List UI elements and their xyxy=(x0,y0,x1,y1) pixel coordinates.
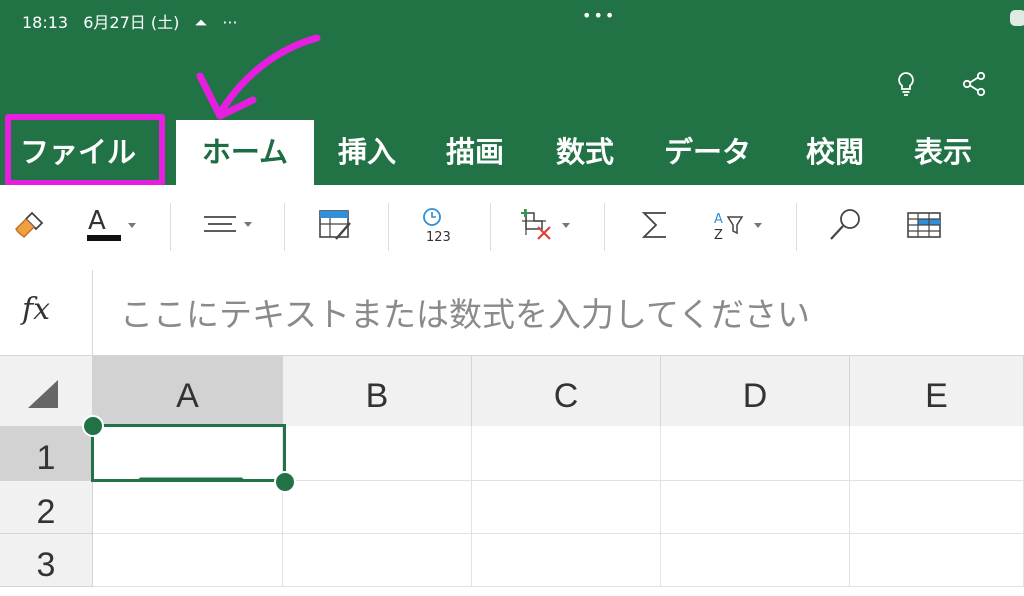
cell-a3[interactable] xyxy=(93,534,283,587)
fx-label[interactable]: fx xyxy=(22,292,50,327)
toolbar-divider xyxy=(388,203,389,251)
cell-d3[interactable] xyxy=(661,534,850,587)
tab-data[interactable]: データ xyxy=(664,120,751,185)
tab-draw[interactable]: 描画 xyxy=(446,120,504,185)
cell-d1[interactable] xyxy=(661,426,850,481)
column-header-d[interactable]: D xyxy=(661,356,850,426)
toolbar-divider xyxy=(604,203,605,251)
font-color-letter: A xyxy=(88,206,106,236)
toolbar-divider xyxy=(490,203,491,251)
selection-handle-bottom-right[interactable] xyxy=(274,471,296,493)
find-icon[interactable] xyxy=(826,205,866,245)
sort-filter-icon[interactable]: A Z xyxy=(710,205,772,245)
file-tab-highlight xyxy=(5,114,165,186)
cell-c2[interactable] xyxy=(472,481,661,534)
format-painter-icon[interactable] xyxy=(10,205,50,245)
annotation-arrow xyxy=(196,34,321,120)
cell-b1[interactable] xyxy=(283,426,472,481)
tab-formulas[interactable]: 数式 xyxy=(556,120,614,185)
formula-bar: fx ここにテキストまたは数式を入力してください xyxy=(0,270,1024,356)
cell-d2[interactable] xyxy=(661,481,850,534)
number-format-icon[interactable]: 123 xyxy=(418,205,462,245)
autosum-icon[interactable] xyxy=(636,205,676,245)
tab-insert[interactable]: 挿入 xyxy=(338,120,396,185)
row-header-1[interactable]: 1 xyxy=(0,426,93,481)
share-icon[interactable] xyxy=(960,70,988,98)
toolbar-divider xyxy=(796,203,797,251)
column-header-a[interactable]: A xyxy=(93,356,283,426)
number-format-text: 123 xyxy=(426,230,451,245)
column-header-c[interactable]: C xyxy=(472,356,661,426)
lightbulb-icon[interactable] xyxy=(892,70,920,98)
cell-b2[interactable] xyxy=(283,481,472,534)
column-header-b[interactable]: B xyxy=(283,356,472,426)
toolbar-divider xyxy=(284,203,285,251)
cell-a2[interactable] xyxy=(93,481,283,534)
tab-review[interactable]: 校閲 xyxy=(806,120,864,185)
ribbon-toolbar: A 123 A Z xyxy=(0,185,1024,271)
svg-text:A: A xyxy=(714,212,723,227)
svg-text:Z: Z xyxy=(714,228,723,243)
cell-e2[interactable] xyxy=(850,481,1024,534)
battery-icon xyxy=(1010,10,1024,26)
selection-handle-top-left[interactable] xyxy=(82,415,104,437)
align-icon[interactable] xyxy=(200,205,260,245)
row-header-3[interactable]: 3 xyxy=(0,534,93,587)
selected-cell-border xyxy=(91,424,286,482)
cell-c1[interactable] xyxy=(472,426,661,481)
multitask-dots[interactable]: ••• xyxy=(582,6,616,25)
cell-e3[interactable] xyxy=(850,534,1024,587)
status-date: 6月27日 (土) xyxy=(83,13,180,32)
tab-view[interactable]: 表示 xyxy=(914,120,972,185)
cell-e1[interactable] xyxy=(850,426,1024,481)
formula-divider xyxy=(92,270,93,355)
formula-input[interactable]: ここにテキストまたは数式を入力してください xyxy=(120,288,810,336)
status-time: 18:13 xyxy=(22,13,69,32)
cell-c3[interactable] xyxy=(472,534,661,587)
column-header-e[interactable]: E xyxy=(850,356,1024,426)
table-icon[interactable] xyxy=(904,205,944,245)
cell-styles-icon[interactable] xyxy=(316,205,356,245)
clear-cells-icon[interactable] xyxy=(518,205,580,245)
row-header-2[interactable]: 2 xyxy=(0,481,93,534)
select-all-corner[interactable] xyxy=(0,356,93,426)
cell-b3[interactable] xyxy=(283,534,472,587)
font-color-icon[interactable]: A xyxy=(84,205,144,245)
toolbar-divider xyxy=(170,203,171,251)
